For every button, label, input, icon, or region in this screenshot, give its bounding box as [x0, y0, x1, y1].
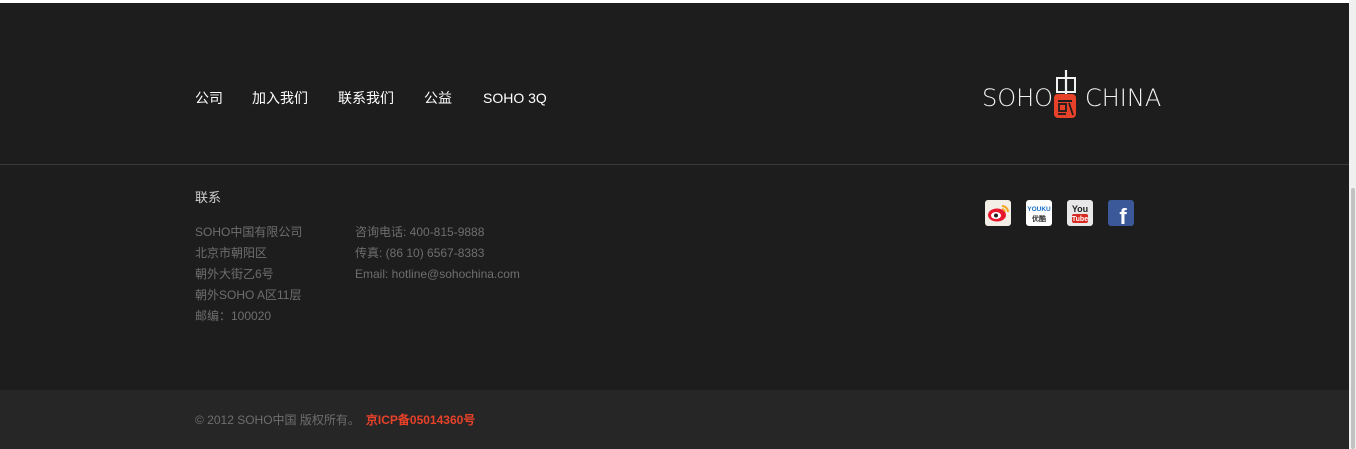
copyright-notice: © 2012 SOHO中国 版权所有。 — [195, 413, 360, 427]
svg-text:YOUKU: YOUKU — [1027, 206, 1051, 213]
address-line: 北京市朝阳区 — [195, 246, 268, 260]
nav-link-charity[interactable]: 公益 — [424, 89, 452, 107]
icp-license-link[interactable]: 京ICP备05014360号 — [366, 413, 475, 427]
email-link[interactable]: Email: hotline@sohochina.com — [355, 264, 520, 285]
address-line: SOHO中国有限公司 — [195, 225, 303, 239]
svg-text:f: f — [1119, 204, 1127, 226]
copyright-text: © 2012 SOHO中国 版权所有。 京ICP备05014360号 — [195, 412, 475, 428]
fax-number: 传真: (86 10) 6567-8383 — [355, 246, 485, 260]
address-line: 朝外SOHO A区11层 — [195, 288, 302, 302]
contact-details-column: 咨询电话: 400-815-9888 传真: (86 10) 6567-8383… — [355, 222, 520, 285]
facebook-icon[interactable]: f — [1108, 200, 1134, 229]
address-column: SOHO中国有限公司 北京市朝阳区 朝外大街乙6号 朝外SOHO A区11层 邮… — [195, 222, 302, 327]
nav-link-company[interactable]: 公司 — [195, 89, 223, 107]
youku-icon[interactable]: YOUKU 优酷 — [1026, 200, 1052, 226]
soho-china-logo[interactable]: SOHO CHINA — [982, 70, 1161, 124]
svg-text:You: You — [1072, 204, 1088, 214]
nav-link-contact-us[interactable]: 联系我们 — [338, 89, 394, 107]
address-line: 朝外大街乙6号 — [195, 267, 274, 281]
nav-link-soho-3q[interactable]: SOHO 3Q — [483, 89, 547, 107]
nav-link-join-us[interactable]: 加入我们 — [252, 89, 308, 107]
postal-code: 邮编：100020 — [195, 309, 272, 323]
logo-text-soho: SOHO — [982, 84, 1054, 112]
svg-text:Tube: Tube — [1072, 216, 1088, 223]
youtube-icon[interactable]: You Tube — [1067, 200, 1093, 226]
logo-text-china: CHINA — [1085, 84, 1162, 112]
logo-seal-icon — [1054, 70, 1076, 118]
weibo-icon[interactable] — [985, 200, 1011, 226]
hotline-phone: 咨询电话: 400-815-9888 — [355, 225, 485, 239]
contact-heading: 联系 — [195, 190, 222, 205]
svg-text:优酷: 优酷 — [1032, 214, 1046, 223]
scrollbar-thumb[interactable] — [1351, 188, 1355, 449]
